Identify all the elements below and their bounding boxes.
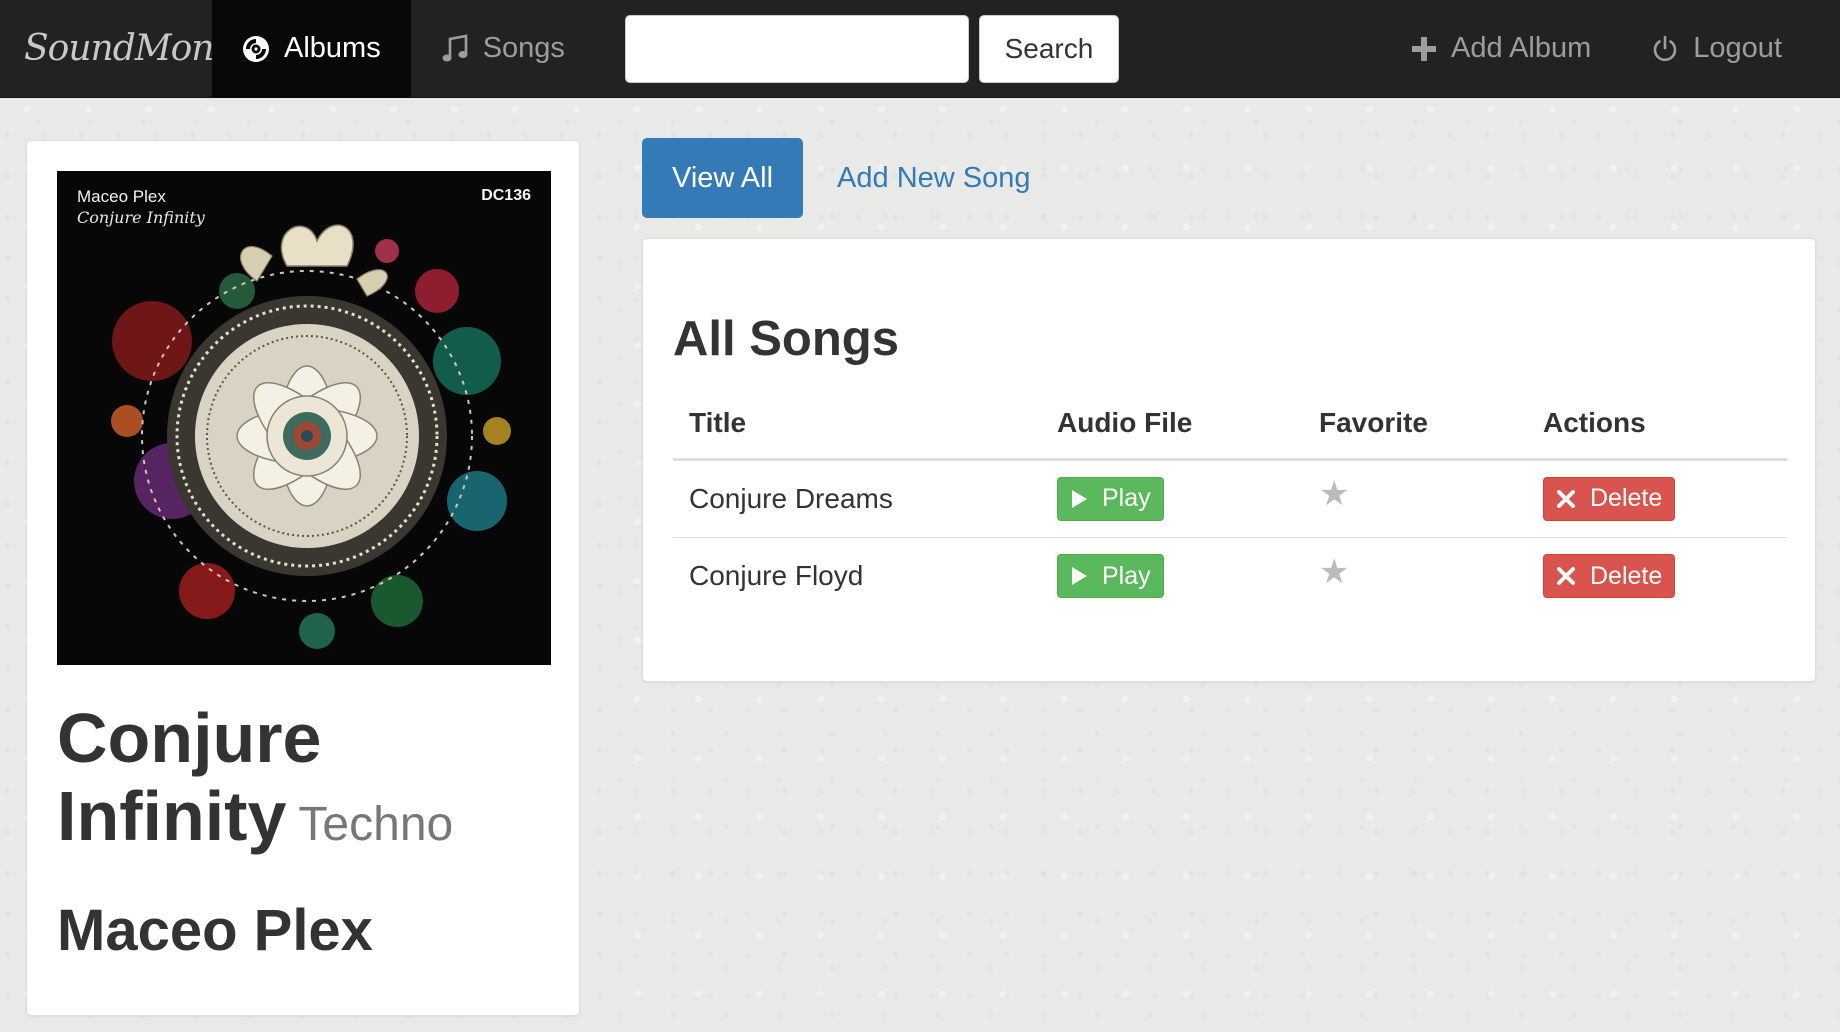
audio-cell: Play bbox=[1041, 459, 1303, 538]
play-button-label: Play bbox=[1102, 484, 1151, 512]
nav-logout[interactable]: Logout bbox=[1621, 0, 1812, 98]
nav-logout-label: Logout bbox=[1693, 32, 1782, 64]
nav-add-album[interactable]: Add Album bbox=[1381, 0, 1621, 98]
song-title: Conjure Floyd bbox=[689, 560, 864, 592]
column-header-title: Title bbox=[673, 389, 1041, 461]
songs-heading: All Songs bbox=[673, 312, 899, 366]
play-icon bbox=[1070, 489, 1088, 509]
album-title-text: Conjure Infinity bbox=[57, 699, 322, 855]
plus-icon bbox=[1411, 36, 1437, 62]
delete-button-label: Delete bbox=[1590, 484, 1663, 512]
play-button[interactable]: Play bbox=[1057, 476, 1164, 521]
song-title: Conjure Dreams bbox=[673, 459, 1041, 538]
search-button[interactable]: Search bbox=[978, 14, 1119, 83]
actions-cell: Delete bbox=[1527, 537, 1787, 615]
brand-logo[interactable]: SoundMonk bbox=[0, 0, 235, 98]
delete-button-label: Delete bbox=[1590, 561, 1663, 590]
column-header-actions: Actions bbox=[1527, 389, 1787, 461]
delete-button[interactable]: Delete bbox=[1543, 476, 1676, 521]
play-button-label: Play bbox=[1102, 561, 1151, 590]
table-row: Conjure Floyd Play ★ Delete bbox=[673, 537, 1787, 615]
songs-panel: All Songs Title Audio File Favorite Acti… bbox=[642, 238, 1816, 682]
table-header-row: Title Audio File Favorite Actions bbox=[673, 389, 1787, 461]
close-icon bbox=[1556, 489, 1576, 509]
cover-artist-text: Maceo Plex bbox=[77, 187, 166, 206]
album-cover-image: Maceo Plex Conjure Infinity DC136 bbox=[57, 171, 551, 665]
nav-add-album-label: Add Album bbox=[1451, 32, 1592, 64]
favorite-cell: ★ bbox=[1303, 459, 1527, 538]
audio-cell: Play bbox=[1041, 537, 1303, 615]
nav-albums[interactable]: Albums bbox=[212, 0, 411, 98]
album-title: Conjure Infinity Techno bbox=[57, 699, 557, 864]
close-icon bbox=[1556, 566, 1576, 586]
album-artist: Maceo Plex bbox=[57, 898, 373, 963]
nav-songs[interactable]: Songs bbox=[411, 0, 595, 98]
disc-icon bbox=[242, 35, 270, 63]
tab-view-all[interactable]: View All bbox=[642, 138, 804, 218]
star-icon[interactable]: ★ bbox=[1319, 475, 1349, 513]
album-genre: Techno bbox=[298, 798, 454, 851]
cover-title-text: Conjure Infinity bbox=[77, 208, 205, 227]
album-detail-panel: Maceo Plex Conjure Infinity DC136 Conjur… bbox=[26, 140, 580, 1016]
column-header-favorite: Favorite bbox=[1303, 389, 1527, 461]
tab-add-new-song[interactable]: Add New Song bbox=[837, 162, 1030, 195]
cover-catalog-code: DC136 bbox=[481, 187, 531, 204]
nav-albums-label: Albums bbox=[284, 32, 381, 64]
star-icon[interactable]: ★ bbox=[1319, 553, 1349, 591]
power-icon bbox=[1651, 35, 1679, 63]
nav-right: Add Album Logout bbox=[1381, 0, 1840, 98]
favorite-cell: ★ bbox=[1303, 537, 1527, 615]
search-input[interactable] bbox=[624, 14, 969, 83]
nav-songs-label: Songs bbox=[482, 32, 565, 64]
play-icon bbox=[1070, 566, 1088, 586]
search-form: Search bbox=[624, 14, 1119, 83]
delete-button[interactable]: Delete bbox=[1543, 554, 1676, 599]
music-note-icon bbox=[441, 33, 469, 64]
top-navbar: SoundMonk Albums Songs Search Add Album … bbox=[0, 0, 1840, 98]
table-row: Conjure Dreams Play ★ Delete bbox=[673, 459, 1787, 538]
play-button[interactable]: Play bbox=[1057, 554, 1164, 599]
actions-cell: Delete bbox=[1527, 459, 1787, 538]
songs-table: Title Audio File Favorite Actions Conjur… bbox=[673, 389, 1787, 615]
song-tabs: View All Add New Song bbox=[642, 138, 1031, 218]
column-header-audio-file: Audio File bbox=[1041, 389, 1303, 461]
